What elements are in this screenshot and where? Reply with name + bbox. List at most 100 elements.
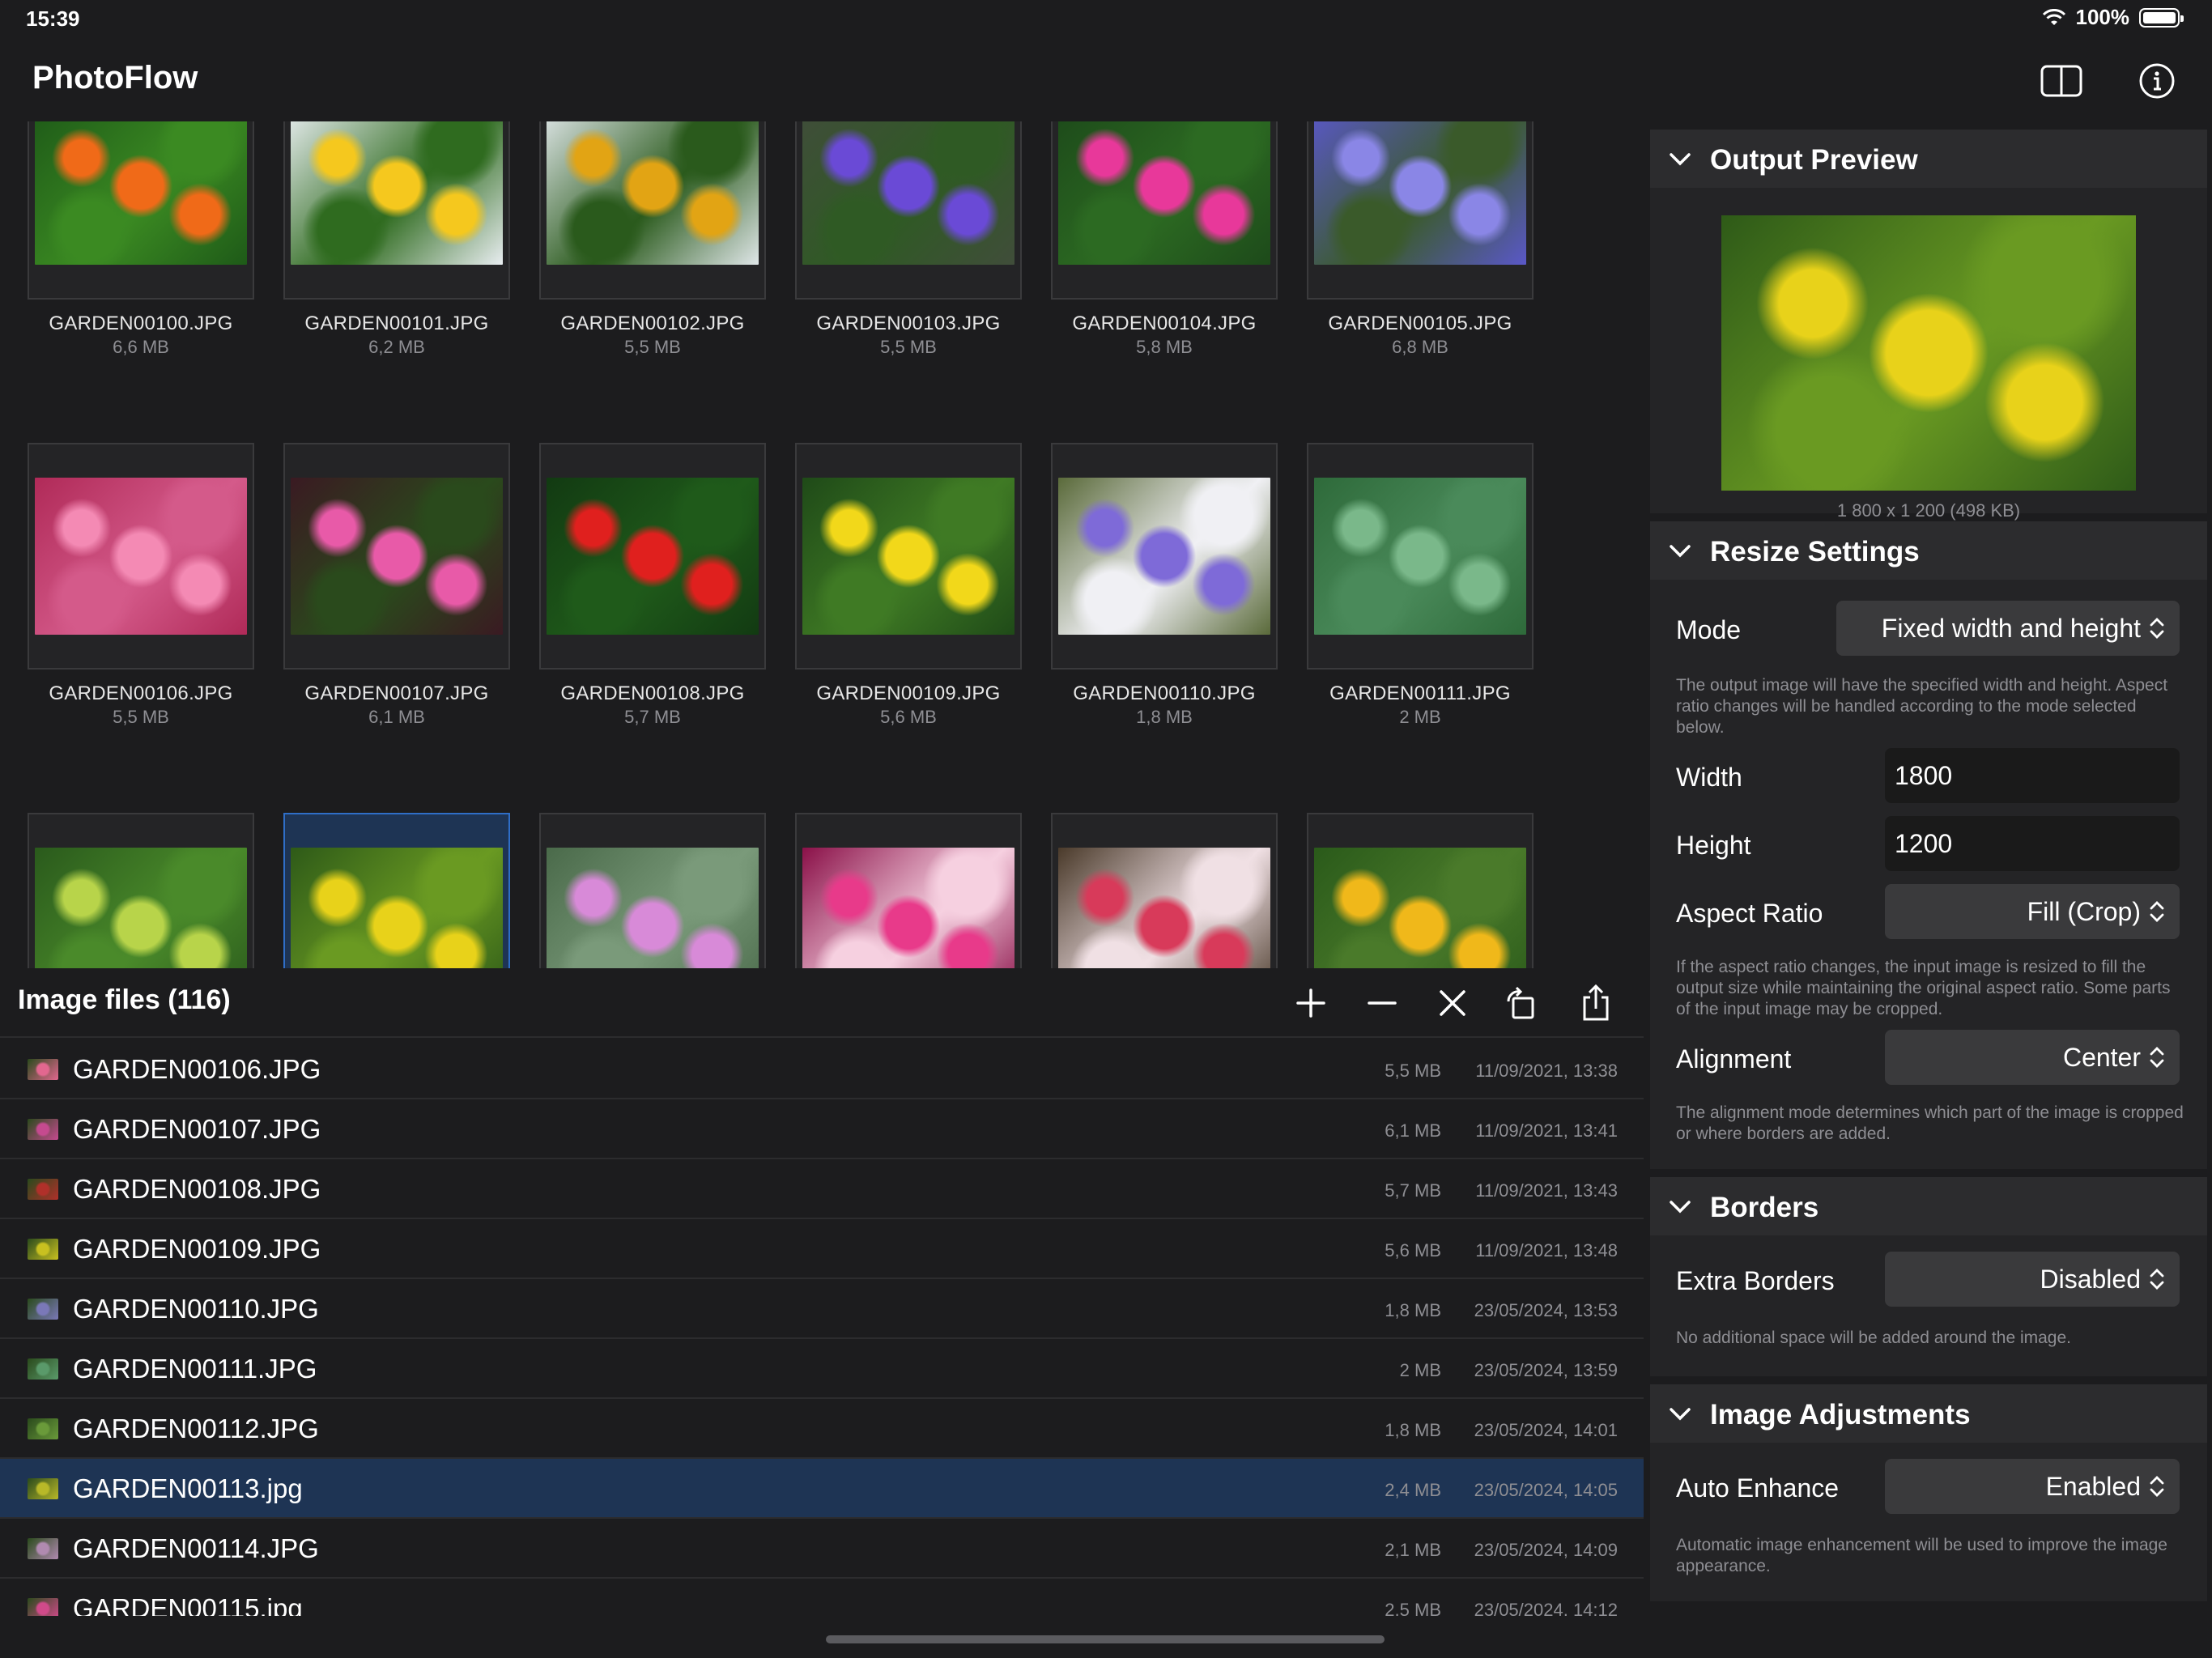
chevron-up-down-icon [2150, 1476, 2164, 1497]
file-row[interactable]: GARDEN00110.JPG 1,8 MB 23/05/2024, 13:53 [0, 1279, 1644, 1339]
thumbnail-item[interactable]: GARDEN00101.JPG 6,2 MB [283, 121, 510, 358]
file-thumbnail-icon [28, 1598, 58, 1616]
thumbnail-filename: GARDEN00100.JPG [49, 312, 233, 334]
thumbnail-item[interactable]: GARDEN00113.jpg2,4 MB [283, 813, 510, 968]
output-preview-title: Output Preview [1710, 144, 1918, 176]
mode-popup[interactable]: Fixed width and height [1836, 601, 2180, 656]
file-row[interactable]: GARDEN00108.JPG 5,7 MB 11/09/2021, 13:43 [0, 1159, 1644, 1219]
thumbnail-frame[interactable] [795, 813, 1022, 968]
aspect-ratio-popup[interactable]: Fill (Crop) [1885, 884, 2180, 939]
file-date: 23/05/2024, 13:53 [1474, 1300, 1618, 1320]
output-preview-image [1721, 215, 2136, 491]
info-button[interactable] [2134, 58, 2180, 104]
width-field[interactable]: 1800 [1885, 748, 2180, 803]
thumbnail-frame[interactable] [1307, 121, 1534, 300]
chevron-up-down-icon [2150, 1269, 2164, 1290]
file-row[interactable]: GARDEN00114.JPG 2,1 MB 23/05/2024, 14:09 [0, 1519, 1644, 1579]
thumbnail-frame[interactable] [539, 813, 766, 968]
app-title: PhotoFlow [32, 60, 198, 96]
alignment-popup[interactable]: Center [1885, 1030, 2180, 1085]
output-preview-header[interactable]: Output Preview [1650, 130, 2207, 188]
thumbnail-frame[interactable] [1051, 443, 1278, 670]
thumbnail-frame[interactable] [283, 813, 510, 968]
auto-enhance-help-text: Automatic image enhancement will be used… [1676, 1536, 2167, 1575]
thumbnail-item[interactable]: GARDEN00112.JPG1,8 MB [28, 813, 254, 968]
battery-level [2143, 11, 2176, 23]
thumbnail-filesize: 5,5 MB [624, 337, 681, 357]
thumbnail-image [1058, 478, 1270, 635]
thumbnail-item[interactable]: GARDEN00109.JPG 5,6 MB [795, 443, 1022, 728]
file-row[interactable]: GARDEN00111.JPG 2 MB 23/05/2024, 13:59 [0, 1339, 1644, 1399]
borders-header[interactable]: Borders [1650, 1177, 2207, 1235]
height-field[interactable]: 1200 [1885, 816, 2180, 871]
share-icon [1583, 984, 1609, 1021]
file-thumbnail-icon [28, 1299, 58, 1320]
image-files-list[interactable]: GARDEN00106.JPG 5,5 MB 11/09/2021, 13:38 GA… [0, 1039, 1644, 1616]
width-label: Width [1676, 763, 1742, 792]
thumbnail-filename: GARDEN00106.JPG [49, 682, 233, 704]
remove-button[interactable] [1360, 981, 1404, 1025]
image-adjustments-header[interactable]: Image Adjustments [1650, 1384, 2207, 1443]
thumbnail-item[interactable]: GARDEN00103.JPG 5,5 MB [795, 121, 1022, 358]
thumbnail-item[interactable]: GARDEN00104.JPG 5,8 MB [1051, 121, 1278, 358]
thumbnail-frame[interactable] [28, 443, 254, 670]
file-size: 5,6 MB [1385, 1240, 1441, 1261]
thumbnail-item[interactable]: GARDEN00102.JPG 5,5 MB [539, 121, 766, 358]
thumbnail-frame[interactable] [28, 121, 254, 300]
file-thumbnail-icon [28, 1478, 58, 1499]
thumbnail-item[interactable]: GARDEN00100.JPG 6,6 MB [28, 121, 254, 358]
thumbnail-frame[interactable] [795, 121, 1022, 300]
thumbnail-frame[interactable] [1051, 121, 1278, 300]
file-thumbnail-icon [28, 1538, 58, 1559]
file-date: 11/09/2021, 13:43 [1475, 1180, 1618, 1201]
rotate-button[interactable] [1499, 981, 1543, 1025]
file-row[interactable]: GARDEN00115.jpg 2,5 MB 23/05/2024, 14:12 [0, 1579, 1644, 1616]
thumbnail-frame[interactable] [795, 443, 1022, 670]
thumbnail-image [1058, 848, 1270, 968]
home-indicator[interactable] [826, 1635, 1385, 1643]
thumbnail-frame[interactable] [28, 813, 254, 968]
thumbnail-grid-area[interactable]: GARDEN00100.JPG 6,6 MB GARDEN00101.JPG 6,2 … [0, 121, 1644, 968]
thumbnail-item[interactable]: GARDEN00114.JPG2,1 MB [539, 813, 766, 968]
thumbnail-frame[interactable] [1307, 443, 1534, 670]
file-row[interactable]: GARDEN00107.JPG 6,1 MB 11/09/2021, 13:41 [0, 1099, 1644, 1159]
auto-enhance-popup[interactable]: Enabled [1885, 1459, 2180, 1514]
thumbnail-filesize: 5,5 MB [880, 337, 937, 357]
thumbnail-filesize: 6,8 MB [1392, 337, 1448, 357]
thumbnail-image [802, 121, 1015, 265]
remove-icon [1368, 1001, 1397, 1005]
extra-borders-popup[interactable]: Disabled [1885, 1252, 2180, 1307]
extra-borders-help-text: No additional space will be added around… [1676, 1329, 2071, 1347]
thumbnail-item[interactable]: GARDEN00110.JPG 1,8 MB [1051, 443, 1278, 728]
add-button[interactable] [1289, 981, 1333, 1025]
battery-percent: 100% [2075, 5, 2130, 29]
borders-title: Borders [1710, 1192, 1819, 1223]
thumbnail-frame[interactable] [1307, 813, 1534, 968]
clear-button[interactable] [1431, 981, 1474, 1025]
thumbnail-item[interactable]: GARDEN00115.jpg2,5 MB [795, 813, 1022, 968]
thumbnail-frame[interactable] [283, 121, 510, 300]
thumbnail-item[interactable]: GARDEN00105.JPG 6,8 MB [1307, 121, 1534, 358]
sidebar-toggle-button[interactable] [2039, 58, 2084, 104]
thumbnail-filename: GARDEN00108.JPG [560, 682, 745, 704]
share-button[interactable] [1574, 981, 1618, 1025]
thumbnail-item[interactable]: GARDEN00117.JPG2 MB [1307, 813, 1534, 968]
rotate-icon [1507, 986, 1534, 1019]
resize-settings-header[interactable]: Resize Settings [1650, 521, 2207, 580]
thumbnail-item[interactable]: GARDEN00116.jpg2,6 MB [1051, 813, 1278, 968]
thumbnail-item[interactable]: GARDEN00106.JPG 5,5 MB [28, 443, 254, 728]
thumbnail-frame[interactable] [539, 443, 766, 670]
thumbnail-item[interactable]: GARDEN00107.JPG 6,1 MB [283, 443, 510, 728]
file-row[interactable]: GARDEN00113.jpg 2,4 MB 23/05/2024, 14:05 [0, 1459, 1644, 1519]
thumbnail-item[interactable]: GARDEN00108.JPG 5,7 MB [539, 443, 766, 728]
thumbnail-item[interactable]: GARDEN00111.JPG 2 MB [1307, 443, 1534, 728]
file-row[interactable]: GARDEN00106.JPG 5,5 MB 11/09/2021, 13:38 [0, 1039, 1644, 1099]
file-row[interactable]: GARDEN00112.JPG 1,8 MB 23/05/2024, 14:01 [0, 1399, 1644, 1459]
thumbnail-frame[interactable] [539, 121, 766, 300]
file-row[interactable]: GARDEN00109.JPG 5,6 MB 11/09/2021, 13:48 [0, 1219, 1644, 1279]
thumbnail-frame[interactable] [283, 443, 510, 670]
thumbnail-frame[interactable] [1051, 813, 1278, 968]
thumbnail-image [1058, 121, 1270, 265]
alignment-label: Alignment [1676, 1044, 1792, 1073]
chevron-down-icon [1670, 545, 1691, 558]
